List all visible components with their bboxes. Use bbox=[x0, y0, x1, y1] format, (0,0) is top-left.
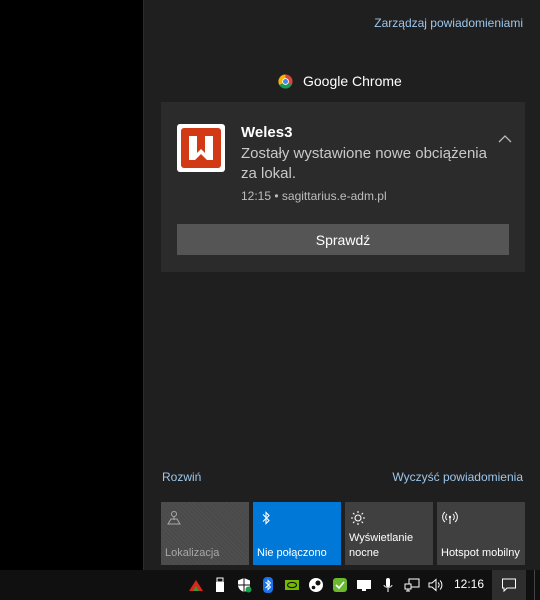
notification-icon bbox=[502, 578, 516, 593]
quick-action-bluetooth[interactable]: Nie połączono bbox=[253, 502, 341, 565]
notification-card[interactable]: Weles3 Zostały wystawione nowe obciążeni… bbox=[161, 102, 525, 272]
quick-action-location[interactable]: Lokalizacja bbox=[161, 502, 249, 565]
quick-action-night-light[interactable]: Wyświetlanie nocne bbox=[345, 502, 433, 565]
notification-title: Weles3 bbox=[241, 124, 293, 141]
check-button[interactable]: Sprawdź bbox=[177, 224, 509, 255]
action-center-button[interactable] bbox=[492, 570, 526, 600]
microphone-icon[interactable] bbox=[380, 577, 396, 593]
night-light-icon bbox=[351, 511, 365, 525]
hotspot-icon bbox=[442, 511, 458, 524]
green-check-icon[interactable] bbox=[332, 577, 348, 593]
manage-notifications-link[interactable]: Zarządzaj powiadomieniami bbox=[374, 16, 523, 30]
tile-label: Hotspot mobilny bbox=[441, 547, 520, 559]
volume-icon[interactable] bbox=[428, 577, 444, 593]
nvidia-icon[interactable] bbox=[284, 577, 300, 593]
bluetooth-icon bbox=[262, 511, 270, 525]
tile-label: Wyświetlanie nocne bbox=[349, 532, 414, 559]
quick-action-hotspot[interactable]: Hotspot mobilny bbox=[437, 502, 525, 565]
display-icon[interactable] bbox=[356, 577, 372, 593]
weles-logo-icon bbox=[177, 124, 225, 172]
app-group-header: Google Chrome bbox=[278, 72, 402, 90]
app-name: Google Chrome bbox=[303, 73, 402, 89]
chevron-up-icon[interactable] bbox=[497, 134, 513, 144]
network-icon[interactable] bbox=[404, 577, 420, 593]
steam-icon[interactable] bbox=[308, 577, 324, 593]
usb-drive-icon[interactable] bbox=[212, 577, 228, 593]
show-desktop-button[interactable] bbox=[534, 570, 540, 600]
notification-meta: 12:15 • sagittarius.e-adm.pl bbox=[241, 189, 387, 203]
red-triangle-icon[interactable] bbox=[188, 577, 204, 593]
notification-body: Zostały wystawione nowe obciążenia za lo… bbox=[241, 145, 487, 182]
tile-label: Nie połączono bbox=[257, 547, 327, 559]
location-icon bbox=[167, 511, 181, 525]
desktop-area bbox=[0, 0, 143, 570]
action-center: Zarządzaj powiadomieniami Google Chrome … bbox=[143, 0, 540, 570]
clear-notifications-link[interactable]: Wyczyść powiadomienia bbox=[392, 470, 523, 484]
bluetooth-icon[interactable] bbox=[260, 577, 276, 593]
expand-link[interactable]: Rozwiń bbox=[162, 470, 201, 484]
chrome-icon bbox=[278, 73, 293, 89]
taskbar-clock[interactable]: 12:16 bbox=[454, 577, 484, 591]
tile-label: Lokalizacja bbox=[165, 547, 220, 559]
security-shield-icon[interactable] bbox=[236, 577, 252, 593]
